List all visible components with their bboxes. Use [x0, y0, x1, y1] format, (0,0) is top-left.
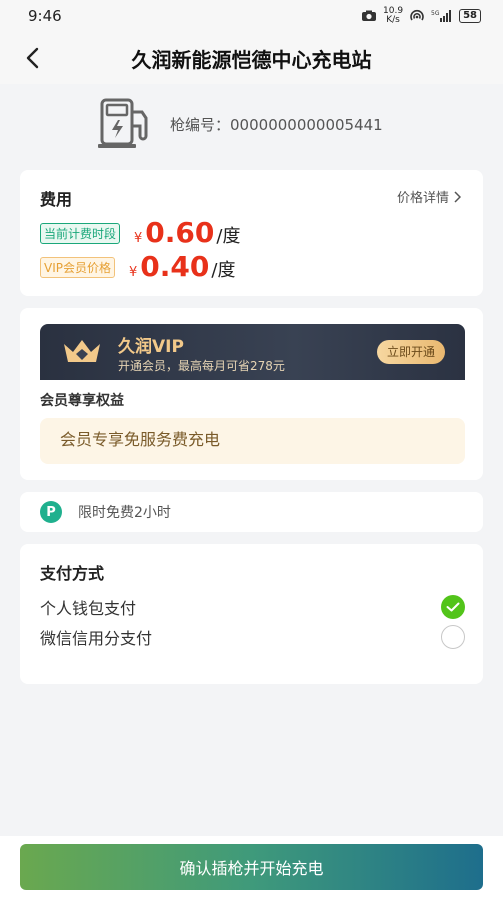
payment-option-label: 微信信用分支付: [40, 629, 153, 648]
price-unit: /度: [216, 226, 241, 247]
battery-icon: 58: [459, 9, 481, 23]
currency-symbol: ¥: [129, 265, 138, 280]
bottom-bar: 确认插枪并开始充电: [0, 836, 503, 897]
vip-price-row: VIP会员价格 ¥ 0.40 /度: [40, 250, 235, 283]
page-title: 久润新能源恺德中心充电站: [131, 47, 372, 72]
currency-symbol: ¥: [134, 231, 143, 246]
status-icons: 10.9 K/s 5G 58: [361, 7, 481, 25]
payment-option-label: 个人钱包支付: [40, 599, 137, 618]
parking-text: 限时免费2小时: [78, 505, 171, 521]
confirm-start-charging-button[interactable]: 确认插枪并开始充电: [20, 844, 483, 890]
price-detail-label: 价格详情: [396, 191, 449, 206]
radio-checked-icon[interactable]: [441, 595, 465, 619]
gun-label-text: 枪编号：: [170, 115, 231, 134]
charging-pile-icon: [98, 98, 148, 148]
current-period-tag: 当前计费时段: [40, 223, 121, 244]
net-speed: 10.9 K/s: [383, 7, 403, 25]
vip-banner[interactable]: 久润VIP 开通会员，最高每月可省278元 立即开通: [40, 324, 465, 380]
benefit-title: 会员尊享权益: [40, 393, 124, 409]
back-button[interactable]: [18, 44, 46, 72]
gun-info: 枪编号：0000000000005441: [96, 96, 383, 152]
gun-number: 0000000000005441: [230, 115, 383, 134]
chevron-left-icon: [26, 47, 39, 69]
crown-icon: [64, 340, 100, 362]
current-price: 0.60: [145, 216, 215, 249]
header: 久润新能源恺德中心充电站: [0, 32, 503, 84]
vip-card: 久润VIP 开通会员，最高每月可省278元 立即开通 会员尊享权益 会员专享免服…: [20, 308, 483, 480]
svg-text:5G: 5G: [431, 10, 440, 17]
radio-unchecked-icon[interactable]: [441, 625, 465, 649]
fee-card: 费用 价格详情 当前计费时段 ¥ 0.60 /度 VIP会员价格 ¥ 0.40 …: [20, 170, 483, 296]
signal-icon: 5G: [431, 10, 452, 22]
parking-card: P 限时免费2小时: [20, 492, 483, 532]
chevron-right-icon: [454, 190, 461, 203]
hotspot-icon: [410, 9, 424, 21]
net-speed-unit: K/s: [386, 15, 400, 25]
current-price-row: 当前计费时段 ¥ 0.60 /度: [40, 216, 240, 249]
fee-title: 费用: [40, 190, 73, 209]
payment-card: 支付方式 个人钱包支付 微信信用分支付: [20, 544, 483, 684]
vip-name: 久润VIP: [118, 337, 184, 357]
vip-price-tag: VIP会员价格: [40, 257, 115, 278]
camera-icon: [362, 10, 377, 21]
benefit-item: 会员专享免服务费充电: [40, 418, 465, 464]
payment-title: 支付方式: [40, 564, 105, 583]
payment-option-wallet[interactable]: 个人钱包支付: [40, 593, 465, 621]
price-unit: /度: [211, 260, 236, 281]
price-detail-link[interactable]: 价格详情: [397, 187, 461, 206]
vip-description: 开通会员，最高每月可省278元: [118, 359, 285, 373]
status-bar: 9:46 10.9 K/s 5G 58: [0, 0, 503, 32]
open-vip-button[interactable]: 立即开通: [376, 340, 445, 364]
parking-icon: P: [40, 501, 62, 523]
status-time: 9:46: [28, 7, 62, 25]
vip-price: 0.40: [140, 250, 210, 283]
check-icon: [446, 602, 460, 612]
gun-number-label: 枪编号：0000000000005441: [170, 114, 383, 135]
payment-option-wechat-credit[interactable]: 微信信用分支付: [40, 623, 465, 651]
